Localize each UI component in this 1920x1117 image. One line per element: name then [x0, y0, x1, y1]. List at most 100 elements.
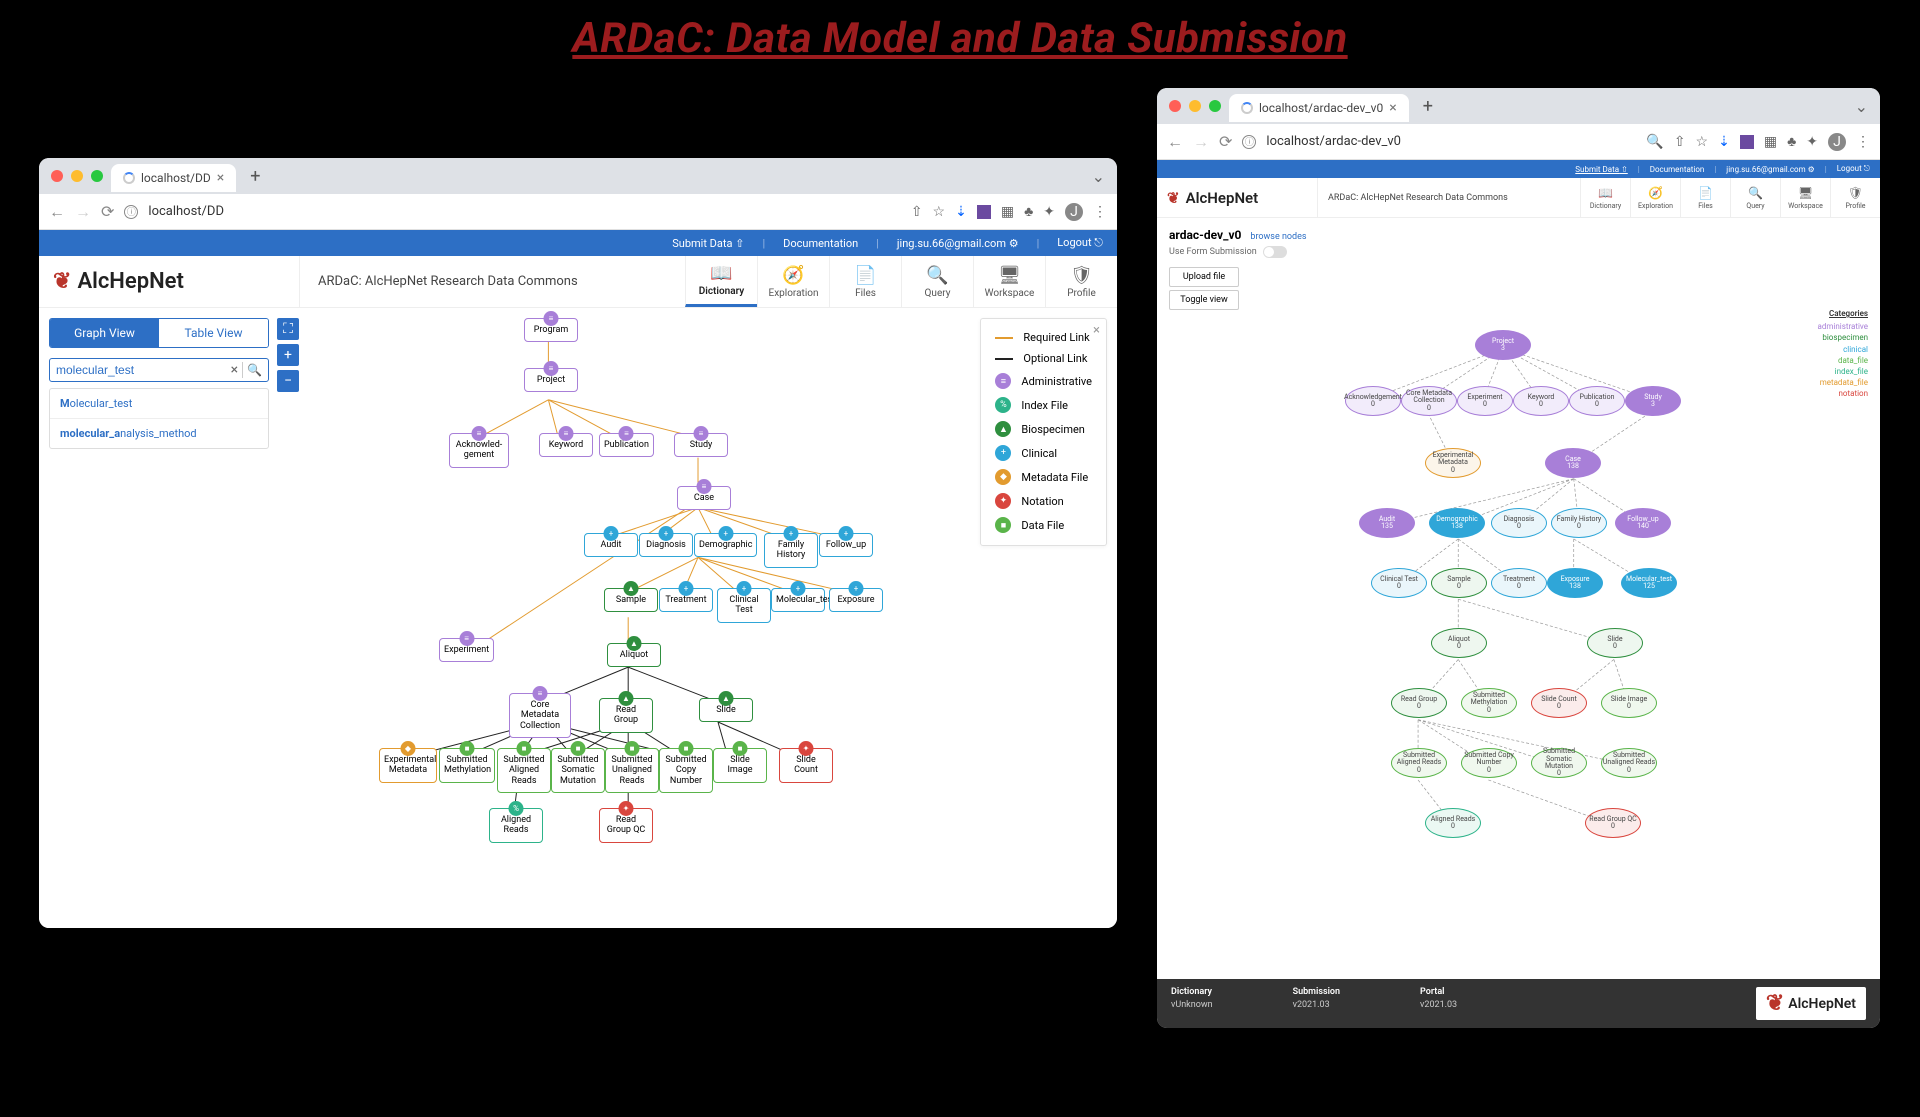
clear-icon[interactable]: × [231, 362, 238, 378]
onode-expmeta[interactable]: Experimental Metadata0 [1425, 448, 1481, 478]
menu-icon[interactable]: ⋮ [1093, 204, 1107, 220]
toggle-view-button[interactable]: Toggle view [1169, 290, 1239, 310]
user-email[interactable]: jing.su.66@gmail.com ⚙ [897, 237, 1019, 250]
onode-treatment[interactable]: Treatment0 [1491, 568, 1547, 598]
reload-button[interactable]: ⟳ [101, 202, 114, 221]
onode-ack[interactable]: Acknowledgement0 [1345, 386, 1401, 416]
onode-slide[interactable]: Slide0 [1587, 628, 1643, 658]
node-demographic[interactable]: +Demographic [694, 533, 757, 557]
node-readgroup[interactable]: ▲Read Group [599, 698, 653, 733]
forward-button[interactable]: → [1193, 132, 1209, 152]
menu-icon[interactable]: ⋮ [1856, 134, 1870, 150]
traffic-lights[interactable] [51, 170, 103, 182]
onode-moltest[interactable]: Molecular_test125 [1621, 568, 1677, 598]
url-field[interactable]: localhost/DD [148, 204, 900, 219]
browse-nodes-link[interactable]: browse nodes [1250, 232, 1306, 242]
extension-icon[interactable] [977, 205, 991, 219]
onode-followup[interactable]: Follow_up140 [1615, 508, 1671, 538]
extensions-menu-icon[interactable]: ✦ [1043, 204, 1055, 220]
nav-exploration[interactable]: 🧭Exploration [1630, 178, 1680, 217]
node-case[interactable]: ≡Case [677, 486, 731, 510]
chevron-down-icon[interactable]: ⌄ [1092, 167, 1105, 186]
onode-study[interactable]: Study3 [1625, 386, 1681, 416]
node-slidecount[interactable]: ✦Slide Count [779, 748, 833, 783]
reload-button[interactable]: ⟳ [1219, 132, 1232, 151]
onode-readgroup[interactable]: Read Group0 [1391, 688, 1447, 718]
new-tab-button[interactable]: + [1423, 96, 1433, 117]
node-clintest[interactable]: +Clinical Test [717, 588, 771, 623]
logo[interactable]: ❦ AlcHepNet [39, 269, 299, 294]
node-publication[interactable]: ≡Publication [599, 433, 654, 457]
extension-icon-3[interactable]: ♣ [1787, 133, 1796, 150]
node-exposure[interactable]: +Exposure [829, 588, 883, 612]
share-icon[interactable]: ⇧ [911, 204, 923, 220]
onode-readgroupqc[interactable]: Read Group QC0 [1585, 808, 1641, 838]
onode-diagnosis[interactable]: Diagnosis0 [1491, 508, 1547, 538]
search-field[interactable]: × 🔍 [49, 358, 269, 382]
traffic-lights[interactable] [1169, 100, 1221, 112]
onode-case[interactable]: Case138 [1545, 448, 1601, 478]
logo[interactable]: ❦ AlcHepNet [1157, 189, 1317, 207]
node-alignreads[interactable]: %Aligned Reads [489, 808, 543, 843]
node-sample[interactable]: ▲Sample [604, 588, 658, 612]
nav-exploration[interactable]: 🧭Exploration [757, 256, 829, 307]
node-diagnosis[interactable]: +Diagnosis [639, 533, 693, 557]
node-experiment[interactable]: ≡Experiment [439, 638, 494, 662]
nav-query[interactable]: 🔍Query [901, 256, 973, 307]
profile-avatar[interactable]: J [1065, 203, 1083, 221]
back-button[interactable]: ← [1167, 132, 1183, 152]
onode-audit[interactable]: Audit135 [1359, 508, 1415, 538]
zoom-in-icon[interactable]: + [277, 344, 299, 366]
maximize-icon[interactable] [91, 170, 103, 182]
node-subunalign[interactable]: ■Submitted Unaligned Reads [605, 748, 659, 793]
onode-demographic[interactable]: Demographic138 [1429, 508, 1485, 538]
node-treatment[interactable]: +Treatment [659, 588, 713, 612]
data-model-graph[interactable]: ≡Program ≡Project ≡Acknowled-gement ≡Key… [299, 308, 1117, 928]
forward-button[interactable]: → [75, 202, 91, 222]
user-email[interactable]: jing.su.66@gmail.com ⚙ [1726, 165, 1814, 174]
node-subcopy[interactable]: ■Submitted Copy Number [659, 748, 713, 793]
node-readgroupqc[interactable]: ✦Read Group QC [599, 808, 653, 843]
search-input[interactable] [56, 363, 227, 377]
nav-files[interactable]: 📄Files [1680, 178, 1730, 217]
onode-subunalign[interactable]: Submitted Unaligned Reads0 [1601, 748, 1657, 778]
extensions-menu-icon[interactable]: ✦ [1806, 134, 1818, 150]
extension-icon-2[interactable]: ▦ [1001, 204, 1014, 220]
node-followup[interactable]: +Follow_up [819, 533, 873, 557]
extension-icon[interactable] [1740, 135, 1754, 149]
onode-subsom[interactable]: Submitted Somatic Mutation0 [1531, 748, 1587, 778]
onode-sample[interactable]: Sample0 [1431, 568, 1487, 598]
nav-workspace[interactable]: 🖥Workspace [973, 256, 1045, 307]
suggestion-item[interactable]: molecular_analysis_method [50, 419, 268, 448]
onode-subalign[interactable]: Submitted Aligned Reads0 [1391, 748, 1447, 778]
close-tab-icon[interactable]: × [1389, 100, 1396, 116]
node-program[interactable]: ≡Program [524, 318, 578, 342]
new-tab-button[interactable]: + [250, 166, 260, 187]
nav-dictionary[interactable]: 📖Dictionary [685, 256, 757, 307]
minimize-icon[interactable] [71, 170, 83, 182]
minimize-icon[interactable] [1189, 100, 1201, 112]
dropbox-icon[interactable]: ⇣ [1718, 134, 1730, 150]
bookmark-icon[interactable]: ☆ [1696, 134, 1709, 150]
logout-link[interactable]: Logout ⎋ [1057, 236, 1103, 250]
extension-icon-3[interactable]: ♣ [1024, 203, 1033, 220]
form-submission-toggle[interactable] [1263, 246, 1287, 258]
node-family[interactable]: +Family History [764, 533, 818, 568]
onode-subcopy[interactable]: Submitted Copy Number0 [1461, 748, 1517, 778]
close-icon[interactable] [1169, 100, 1181, 112]
search-icon[interactable]: 🔍 [247, 363, 262, 377]
close-icon[interactable] [51, 170, 63, 182]
node-moltest[interactable]: +Molecular_test [771, 588, 825, 612]
maximize-icon[interactable] [1209, 100, 1221, 112]
onode-cmc[interactable]: Core Metadata Collection0 [1401, 386, 1457, 416]
submit-data-link[interactable]: Submit Data ⇧ [672, 237, 744, 250]
chevron-down-icon[interactable]: ⌄ [1855, 97, 1868, 116]
onode-clintest[interactable]: Clinical Test0 [1371, 568, 1427, 598]
fit-icon[interactable]: ⛶ [277, 318, 299, 340]
onode-keyword[interactable]: Keyword0 [1513, 386, 1569, 416]
table-view-button[interactable]: Table View [159, 319, 268, 347]
url-field[interactable]: localhost/ardac-dev_v0 [1266, 134, 1636, 149]
node-aliquot[interactable]: ▲Aliquot [607, 643, 661, 667]
node-slideimg[interactable]: ■Slide Image [713, 748, 767, 783]
onode-publication[interactable]: Publication0 [1569, 386, 1625, 416]
